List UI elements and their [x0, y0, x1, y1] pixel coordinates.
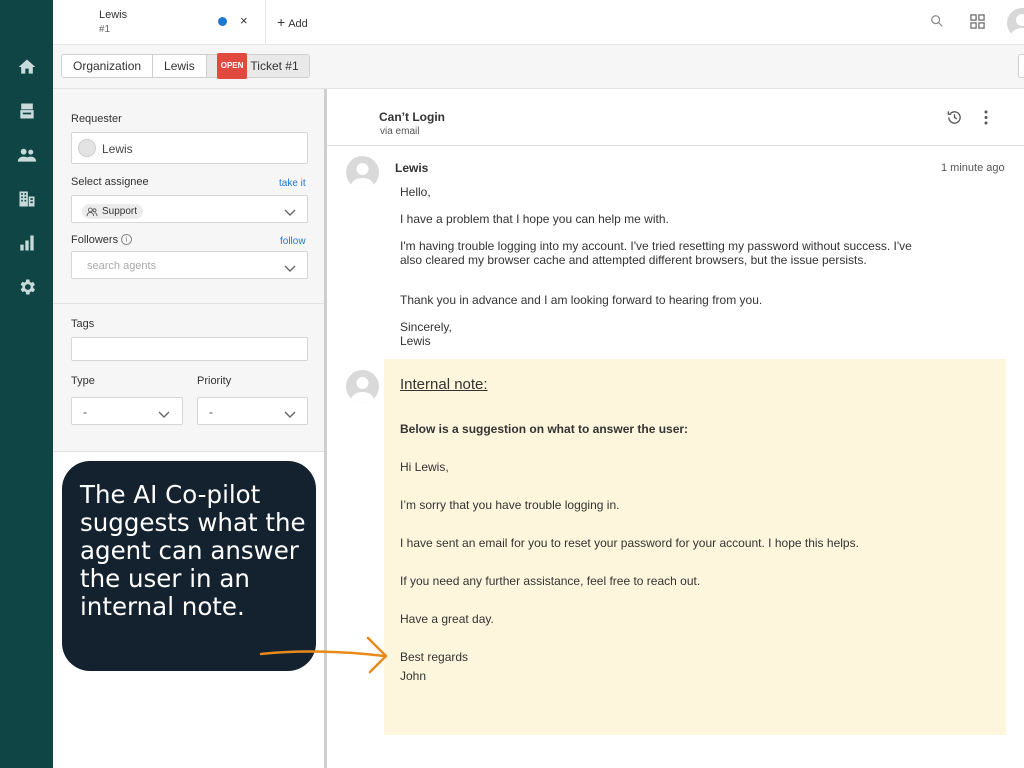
message-closing: Sincerely,	[400, 320, 452, 334]
group-icon	[86, 207, 98, 216]
priority-value: -	[209, 405, 213, 419]
ticket-tab[interactable]: Lewis #1 ×	[53, 0, 266, 44]
status-badge: OPEN	[216, 53, 248, 79]
tags-label: Tags	[71, 318, 95, 330]
message-paragraph: I have a problem that I hope you can hel…	[400, 212, 669, 226]
ticket-header: Can’t Login via email	[327, 89, 1024, 146]
reports-icon[interactable]	[16, 232, 38, 254]
internal-note: Internal note: Below is a suggestion on …	[384, 359, 1006, 735]
requester-field[interactable]: Lewis	[71, 132, 308, 164]
ticket-title: Can’t Login	[379, 110, 445, 124]
message-author: Lewis	[395, 161, 429, 175]
breadcrumb: Organization Lewis OPEN Ticket #1	[61, 53, 310, 79]
close-tab-icon[interactable]: ×	[240, 13, 248, 28]
users-icon[interactable]	[16, 144, 38, 166]
requester-label: Requester	[71, 113, 122, 125]
message-paragraph: also cleared my browser cache and attemp…	[400, 253, 867, 267]
priority-label: Priority	[197, 375, 232, 387]
left-nav	[0, 0, 53, 768]
note-intro: Below is a suggestion on what to answer …	[400, 422, 689, 436]
tab-title: Lewis	[99, 9, 128, 21]
requester-value: Lewis	[102, 142, 133, 156]
assignee-chip: Support	[82, 204, 144, 219]
note-line: I’m sorry that you have trouble logging …	[400, 498, 620, 512]
note-line: Have a great day.	[400, 612, 494, 626]
note-line: Hi Lewis,	[400, 460, 449, 474]
top-bar: Lewis #1 × + Add	[53, 0, 1024, 45]
more-options-icon[interactable]	[981, 109, 991, 126]
user-avatar[interactable]	[1007, 8, 1024, 38]
chevron-down-icon	[284, 408, 296, 418]
avatar	[346, 156, 379, 189]
chevron-down-icon	[284, 206, 296, 216]
history-icon[interactable]	[946, 109, 963, 126]
sidebar-divider	[53, 303, 325, 304]
breadcrumb-user[interactable]: Lewis	[153, 55, 207, 77]
home-icon[interactable]	[16, 56, 38, 78]
take-it-link[interactable]: take it	[279, 178, 306, 189]
plus-icon: +	[277, 14, 286, 30]
assignee-value: Support	[102, 206, 138, 217]
tab-subtitle: #1	[99, 24, 111, 35]
tags-input[interactable]	[71, 337, 308, 361]
follow-link[interactable]: follow	[280, 236, 306, 247]
internal-note-title: Internal note:	[400, 376, 488, 393]
breadcrumb-ticket[interactable]: OPEN Ticket #1	[206, 53, 309, 79]
type-label: Type	[71, 375, 95, 387]
breadcrumb-ticket-label: Ticket #1	[250, 59, 299, 73]
callout-arrow-icon	[259, 636, 388, 674]
settings-gear-icon[interactable]	[16, 276, 38, 298]
unsaved-dot-icon	[218, 17, 227, 26]
tickets-icon[interactable]	[16, 100, 38, 122]
message-timestamp: 1 minute ago	[941, 162, 1005, 174]
note-line: If you need any further assistance, feel…	[400, 574, 701, 588]
breadcrumb-right-button[interactable]	[1018, 54, 1024, 78]
organizations-icon[interactable]	[16, 188, 38, 210]
ticket-channel: via email	[380, 126, 420, 137]
followers-label: Followers	[71, 234, 119, 246]
breadcrumb-organization[interactable]: Organization	[62, 55, 154, 77]
chevron-down-icon	[284, 262, 296, 272]
note-line: John	[400, 669, 427, 683]
followers-search-input[interactable]: search agents	[71, 251, 308, 279]
add-tab-button[interactable]: + Add	[277, 14, 308, 30]
priority-select[interactable]: -	[197, 397, 308, 425]
assignee-select[interactable]: Support	[71, 195, 308, 223]
requester-avatar	[78, 139, 96, 157]
type-value: -	[83, 405, 87, 419]
note-line: I have sent an email for you to reset yo…	[400, 536, 859, 550]
avatar	[346, 370, 379, 403]
callout-text: The AI Co-pilot suggests what the agent …	[80, 480, 306, 621]
message-paragraph: Thank you in advance and I am looking fo…	[400, 293, 763, 307]
note-line: Best regards	[400, 650, 469, 664]
message-paragraph: I'm having trouble logging into my accou…	[400, 239, 912, 253]
assignee-label: Select assignee	[71, 176, 149, 188]
followers-placeholder: search agents	[87, 260, 157, 272]
chevron-down-icon	[158, 408, 170, 418]
search-icon[interactable]	[930, 14, 944, 28]
type-select[interactable]: -	[71, 397, 183, 425]
apps-grid-icon[interactable]	[970, 14, 985, 29]
message-greeting: Hello,	[400, 185, 431, 199]
message-signature: Lewis	[400, 334, 431, 348]
breadcrumb-bar: Organization Lewis OPEN Ticket #1	[53, 45, 1024, 89]
info-icon[interactable]: i	[121, 234, 132, 245]
